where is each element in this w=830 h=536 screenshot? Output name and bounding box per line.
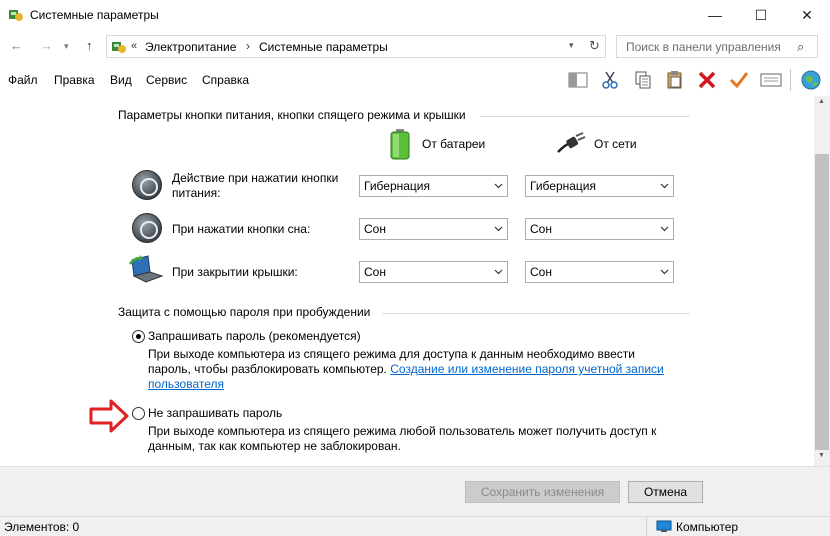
chevron-down-icon: [494, 183, 503, 189]
window-title: Системные параметры: [30, 8, 159, 22]
location-label: Компьютер: [676, 520, 739, 534]
forward-arrow-icon[interactable]: →: [40, 38, 53, 53]
search-placeholder: Поиск в панели управления: [626, 40, 781, 54]
select-value: Сон: [364, 222, 386, 236]
menu-edit[interactable]: Правка: [54, 73, 95, 87]
back-arrow-icon[interactable]: ←: [10, 38, 23, 53]
globe-icon[interactable]: [798, 68, 824, 92]
select-value: Гибернация: [364, 179, 430, 193]
status-divider: [646, 517, 647, 536]
minimize-icon: —: [708, 7, 722, 23]
no-password-description: При выходе компьютера из спящего режима …: [148, 424, 657, 453]
check-icon[interactable]: [726, 68, 752, 92]
select-value: Гибернация: [530, 179, 596, 193]
search-input[interactable]: Поиск в панели управления ⌕: [616, 35, 818, 58]
chevron-down-icon: [660, 226, 669, 232]
group-divider: [382, 313, 690, 314]
power-button-icon: [132, 170, 162, 200]
scroll-up-icon[interactable]: ▲: [818, 98, 825, 105]
power-plug-icon: [557, 132, 586, 153]
address-field[interactable]: « Электропитание › Системные параметры ▾…: [106, 35, 606, 58]
settings-content: Параметры кнопки питания, кнопки спящего…: [0, 96, 814, 466]
address-dropdown-icon[interactable]: ▾: [569, 40, 574, 51]
chevron-down-icon: [494, 226, 503, 232]
computer-icon: [656, 520, 672, 532]
power-button-ac-select[interactable]: Гибернация: [525, 175, 674, 197]
power-button-battery-select[interactable]: Гибернация: [359, 175, 508, 197]
dialog-buttons-area: Сохранить изменения Отмена: [0, 466, 830, 516]
no-password-radio[interactable]: [132, 407, 145, 420]
delete-icon[interactable]: [694, 68, 720, 92]
select-value: Сон: [530, 265, 552, 279]
breadcrumb-system-settings[interactable]: Системные параметры: [259, 40, 388, 54]
ac-column-label: От сети: [594, 137, 637, 151]
menu-tools[interactable]: Сервис: [146, 73, 187, 87]
menu-file[interactable]: Файл: [8, 73, 38, 87]
power-button-action-label: Действие при нажатии кнопки питания:: [172, 171, 339, 200]
address-bar-row: ← → ▾ ↑ « Электропитание › Системные пар…: [0, 34, 830, 60]
require-password-description: При выходе компьютера из спящего режима …: [148, 347, 678, 392]
close-button[interactable]: ✕: [784, 0, 830, 30]
cancel-button[interactable]: Отмена: [628, 481, 703, 503]
select-value: Сон: [364, 265, 386, 279]
menu-view[interactable]: Вид: [110, 73, 132, 87]
toolbar-separator: [790, 69, 791, 91]
chevron-down-icon: [660, 269, 669, 275]
refresh-icon[interactable]: ↻: [589, 38, 600, 54]
control-panel-icon: [9, 10, 23, 21]
sleep-button-ac-select[interactable]: Сон: [525, 218, 674, 240]
scroll-down-icon[interactable]: ▼: [818, 452, 825, 459]
save-changes-button[interactable]: Сохранить изменения: [465, 481, 620, 503]
sleep-button-battery-select[interactable]: Сон: [359, 218, 508, 240]
sleep-button-action-label: При нажатии кнопки сна:: [172, 222, 311, 236]
chevron-down-icon: [494, 269, 503, 275]
menu-help[interactable]: Справка: [202, 73, 249, 87]
copy-icon[interactable]: [630, 68, 656, 92]
view-pane-icon[interactable]: [565, 68, 591, 92]
laptop-lid-icon: [128, 255, 164, 283]
breadcrumb-power[interactable]: Электропитание: [145, 40, 236, 54]
password-protection-heading: Защита с помощью пароля при пробуждении: [118, 305, 371, 319]
up-arrow-icon[interactable]: ↑: [86, 38, 93, 53]
battery-icon: [390, 129, 410, 160]
breadcrumb-separator[interactable]: ›: [246, 39, 250, 53]
require-password-radio[interactable]: [132, 330, 145, 343]
title-bar: Системные параметры — ☐ ✕: [0, 0, 830, 30]
select-value: Сон: [530, 222, 552, 236]
menu-bar: Файл Правка Вид Сервис Справка: [0, 66, 830, 94]
sleep-button-icon: [132, 213, 162, 243]
lid-close-ac-select[interactable]: Сон: [525, 261, 674, 283]
require-password-label[interactable]: Запрашивать пароль (рекомендуется): [148, 329, 361, 343]
power-buttons-heading: Параметры кнопки питания, кнопки спящего…: [118, 108, 466, 122]
cut-icon[interactable]: [597, 68, 623, 92]
vertical-scrollbar[interactable]: ▲ ▼: [814, 96, 830, 466]
no-password-label[interactable]: Не запрашивать пароль: [148, 406, 282, 420]
close-icon: ✕: [801, 6, 813, 23]
lid-close-action-label: При закрытии крышки:: [172, 265, 298, 279]
breadcrumb-overflow[interactable]: «: [131, 40, 137, 52]
properties-icon[interactable]: [758, 68, 784, 92]
minimize-button[interactable]: —: [692, 0, 738, 30]
status-bar: Элементов: 0 Компьютер: [0, 516, 830, 536]
battery-column-label: От батареи: [422, 137, 486, 151]
recent-dropdown-icon[interactable]: ▾: [64, 41, 69, 52]
maximize-button[interactable]: ☐: [738, 0, 784, 30]
maximize-icon: ☐: [754, 6, 768, 23]
scrollbar-thumb[interactable]: [815, 154, 829, 450]
item-count: Элементов: 0: [4, 520, 80, 534]
chevron-down-icon: [660, 183, 669, 189]
paste-icon[interactable]: [662, 68, 688, 92]
lid-close-battery-select[interactable]: Сон: [359, 261, 508, 283]
group-divider: [480, 116, 690, 117]
control-panel-icon: [112, 42, 126, 53]
search-icon[interactable]: ⌕: [797, 39, 804, 55]
red-arrow-icon: [89, 399, 129, 433]
